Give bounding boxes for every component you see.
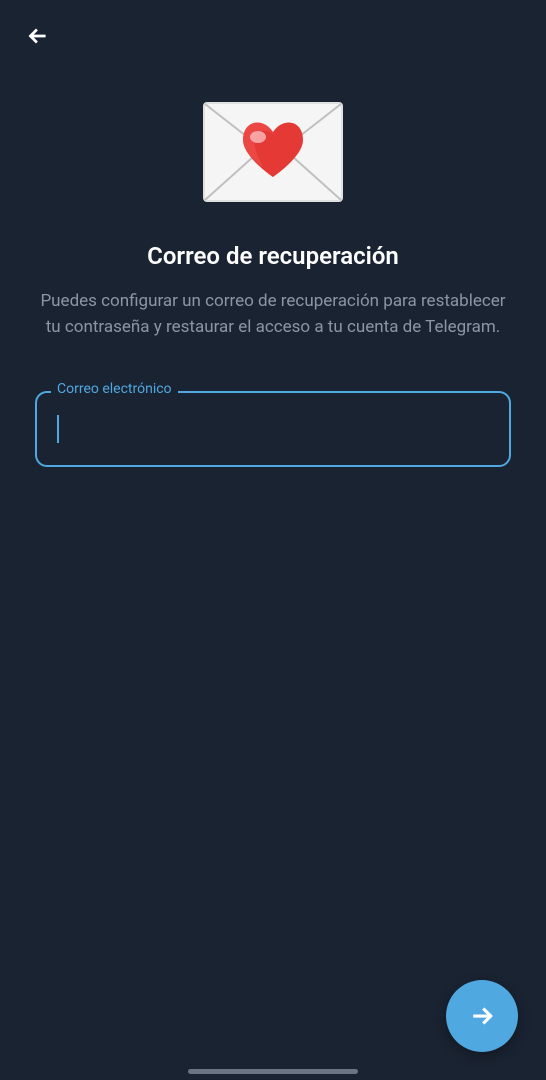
header (0, 0, 546, 72)
page-title: Correo de recuperación (147, 242, 399, 270)
arrow-left-icon (25, 23, 51, 49)
page-description: Puedes configurar un correo de recuperac… (35, 288, 511, 341)
next-button[interactable] (446, 980, 518, 1052)
email-input-container: Correo electrónico (35, 391, 511, 467)
email-input-label: Correo electrónico (51, 381, 178, 397)
back-button[interactable] (20, 18, 56, 54)
content: Correo de recuperación Puedes configurar… (0, 72, 546, 467)
input-cursor (57, 415, 59, 443)
arrow-right-icon (467, 1001, 497, 1031)
envelope-heart-icon (203, 102, 343, 202)
navigation-bar-indicator (188, 1069, 358, 1074)
email-field[interactable] (35, 391, 511, 467)
